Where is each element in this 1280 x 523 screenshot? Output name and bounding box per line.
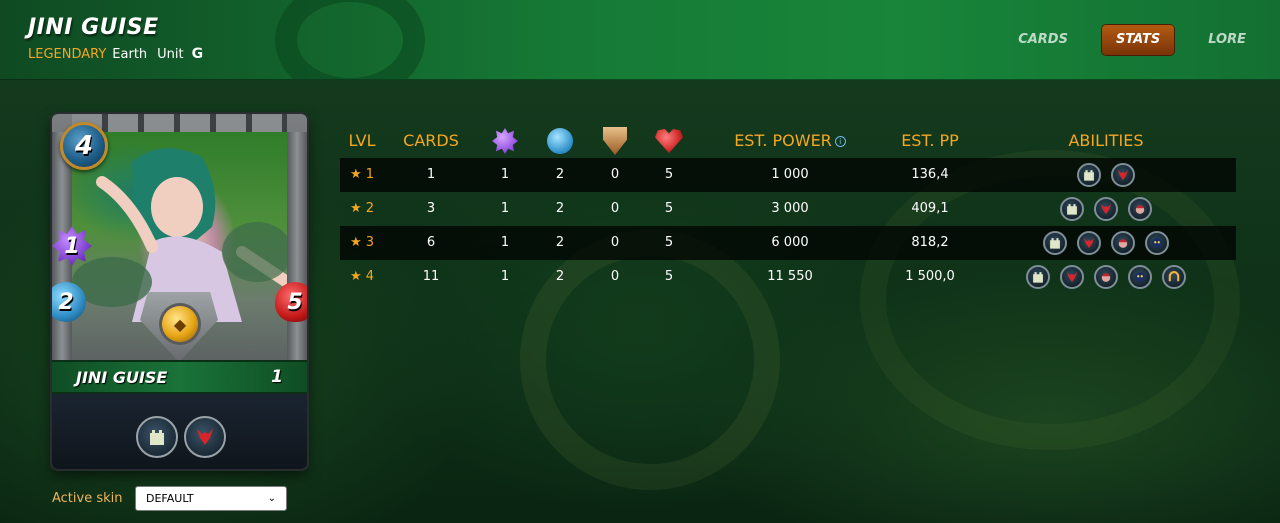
element-label: Earth [112,46,148,62]
tab-cards[interactable]: CARDS [1004,25,1082,55]
health-cell: 5 [664,167,674,182]
demon-icon[interactable] [1060,265,1084,289]
fortress-icon[interactable] [1060,197,1084,221]
header: JINI GUISE LEGENDARY Earth Unit G CARDS … [0,0,1280,80]
cards-cell: 3 [426,201,436,216]
lvl-cell: ★ 2 [349,201,375,216]
cards-cell: 11 [422,269,440,284]
health-icon [654,126,684,156]
card-pillar-right [287,132,307,372]
card-namebar: JINI GUISE 1 [52,360,307,394]
magic-cell: 1 [500,201,510,216]
speed-cell: 2 [555,235,565,250]
magic-cell: 1 [500,167,510,182]
skin-select[interactable]: DEFAULT ⌄ [135,486,287,511]
armor-cell: 0 [610,201,620,216]
lvl-cell: ★ 4 [349,269,375,284]
monster-card: ◆ 4 1 2 5 JINI GUISE 1 [52,114,307,469]
est-power-cell: 11 550 [767,269,813,284]
armor-cell: 0 [610,235,620,250]
magic-cell: 1 [500,269,510,284]
table-row: ★ 1 1 1 2 0 5 1 000 136,4 [340,158,1236,192]
table-row: ★ 3 6 1 2 0 5 6 000 818,2 [340,226,1236,260]
cards-cell: 6 [426,235,436,250]
header-decoration [275,0,425,79]
armor-cell: 0 [610,167,620,182]
speed-cell: 2 [555,269,565,284]
tab-stats[interactable]: STATS [1101,25,1175,55]
magic-icon [490,126,520,156]
ability-list [980,192,1232,226]
header-abilities: ABILITIES [1068,131,1144,150]
stats-table: LVL CARDS EST. POWER i EST. PP ABILITIES … [340,124,1236,294]
card-battlement [72,114,287,134]
demon-icon[interactable] [1077,231,1101,255]
card-name: JINI GUISE [76,367,168,387]
armor-cell: 0 [610,269,620,284]
est-pp-cell: 818,2 [911,235,949,250]
tab-lore[interactable]: LORE [1194,25,1260,55]
mana-cost: 4 [60,122,108,170]
shield-ring-icon[interactable] [1162,265,1186,289]
shadow-icon[interactable] [1128,265,1152,289]
fortress-icon[interactable] [1077,163,1101,187]
page-title: JINI GUISE [28,15,159,40]
top-nav: CARDS STATS LORE [1004,24,1280,56]
est-power-cell: 1 000 [771,167,809,182]
earth-element-icon: ◆ [162,306,198,342]
strike-icon[interactable] [1128,197,1152,221]
skin-select-value: DEFAULT [146,492,194,505]
header-est-power: EST. POWER i [725,124,855,158]
card-subtitle: LEGENDARY Earth Unit G [28,46,203,62]
lvl-cell: ★ 3 [349,235,375,250]
demon-icon[interactable] [1094,197,1118,221]
fortress-icon[interactable] [136,416,178,458]
cards-cell: 1 [426,167,436,182]
est-pp-cell: 1 500,0 [905,269,955,284]
est-power-label: EST. POWER [734,131,832,150]
ability-list [980,260,1232,294]
ability-list [980,226,1232,260]
demon-icon[interactable] [184,416,226,458]
health-cell: 5 [664,201,674,216]
shadow-icon[interactable] [1145,231,1169,255]
est-power-cell: 6 000 [771,235,809,250]
card-level: 1 [271,367,283,387]
ability-list [980,158,1232,192]
type-label: Unit [157,46,184,62]
lvl-cell: ★ 1 [349,167,375,182]
health-stat: 5 [275,282,307,322]
speed-icon [545,126,575,156]
magic-cell: 1 [500,235,510,250]
health-cell: 5 [664,235,674,250]
table-header: LVL CARDS EST. POWER i EST. PP ABILITIES [340,124,1236,158]
health-cell: 5 [664,269,674,284]
speed-cell: 2 [555,201,565,216]
est-pp-cell: 409,1 [911,201,949,216]
speed-cell: 2 [555,167,565,182]
edition-icon: G [191,46,204,62]
strike-icon[interactable] [1094,265,1118,289]
header-est-pp: EST. PP [901,131,959,150]
card-ability-panel [52,394,307,469]
est-pp-cell: 136,4 [911,167,949,182]
info-icon[interactable]: i [834,136,846,147]
est-power-cell: 3 000 [771,201,809,216]
header-cards: CARDS [403,131,459,150]
strike-icon[interactable] [1111,231,1135,255]
active-skin-label: Active skin [52,491,123,506]
rarity-label: LEGENDARY [28,46,107,62]
header-lvl: LVL [348,131,376,150]
table-row: ★ 4 11 1 2 0 5 11 550 1 500,0 [340,260,1236,294]
chevron-down-icon: ⌄ [267,493,276,504]
fortress-icon[interactable] [1026,265,1050,289]
table-row: ★ 2 3 1 2 0 5 3 000 409,1 [340,192,1236,226]
fortress-icon[interactable] [1043,231,1067,255]
demon-icon[interactable] [1111,163,1135,187]
armor-icon [600,126,630,156]
